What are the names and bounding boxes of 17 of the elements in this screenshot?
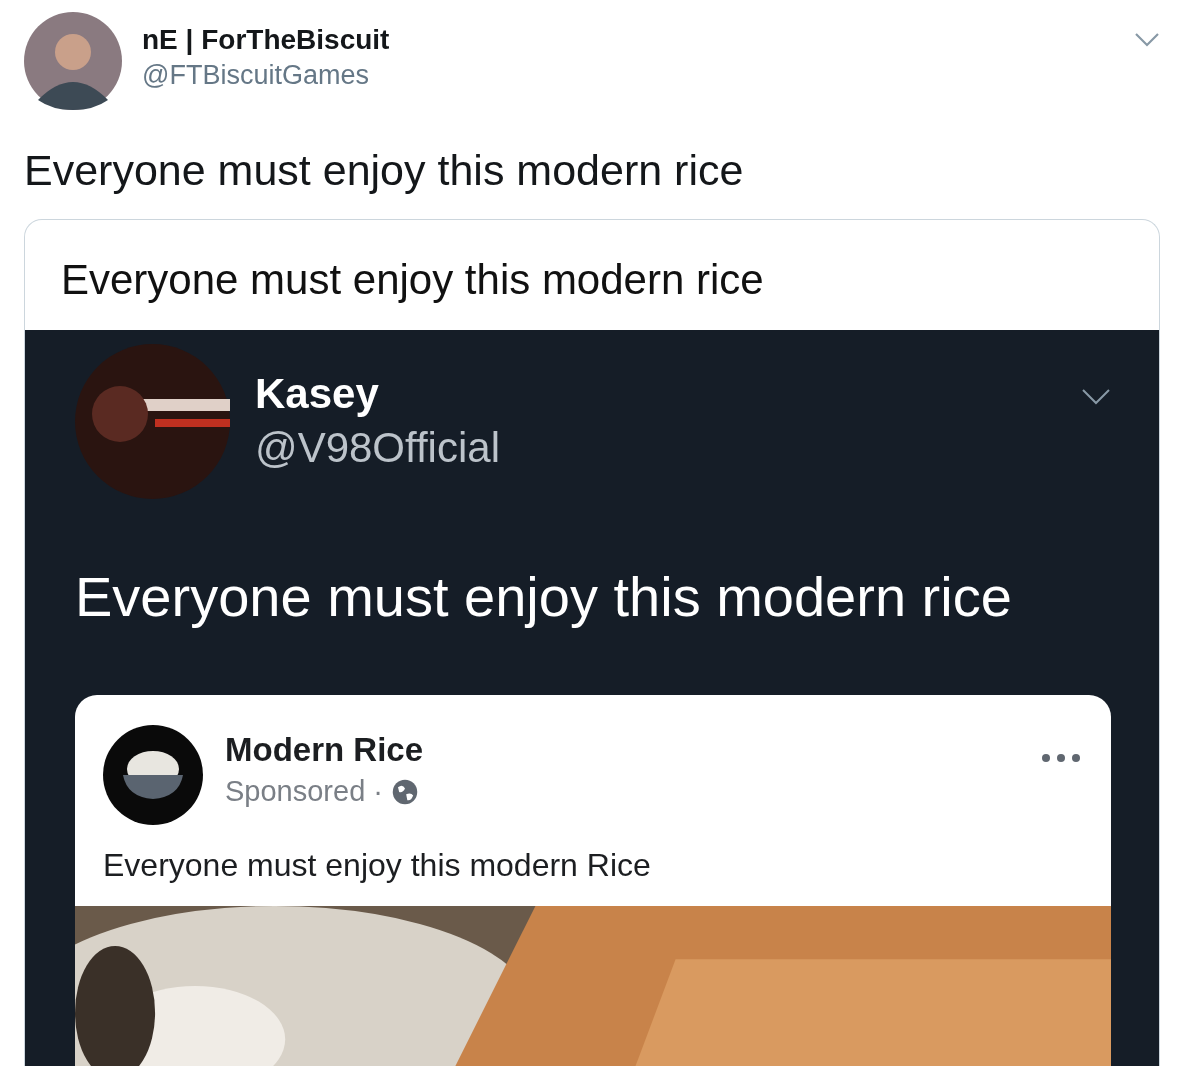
tweet-text: Everyone must enjoy this modern rice [75,564,1013,630]
post-text: Everyone must enjoy this modern Rice [103,847,652,884]
author-handle[interactable]: @FTBiscuitGames [142,60,390,91]
globe-icon [390,777,419,806]
card-title: Everyone must enjoy this modern rice [60,255,765,305]
sponsored-label: Sponsored [225,775,366,808]
author-name: Kasey [255,370,380,418]
tweet-text: Everyone must enjoy this modern rice [24,146,745,195]
bowl-icon [103,725,203,825]
user-avatar[interactable] [24,12,122,110]
separator-dot: · [373,775,383,808]
author-name[interactable]: nE | ForTheBiscuit [142,24,390,56]
more-icon [1041,753,1081,763]
page-name: Modern Rice [225,731,424,769]
author-handle: @V98Official [255,424,500,472]
chevron-down-icon[interactable] [1134,32,1160,48]
chevron-down-icon [1081,388,1111,406]
